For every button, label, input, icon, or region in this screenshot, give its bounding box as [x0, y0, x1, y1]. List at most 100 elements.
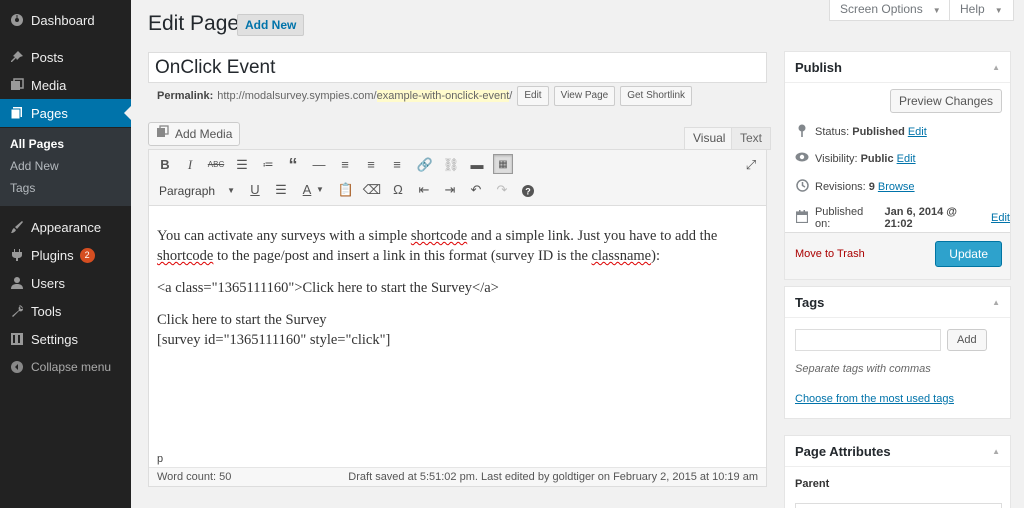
move-to-trash-link[interactable]: Move to Trash: [795, 248, 865, 260]
text-color-icon[interactable]: A: [297, 180, 317, 200]
blockquote-icon[interactable]: “: [283, 155, 303, 175]
add-tag-button[interactable]: Add: [947, 329, 987, 351]
admin-sidebar: Dashboard Posts Media Pages All Pages Ad…: [0, 0, 131, 508]
choose-tags-link[interactable]: Choose from the most used tags: [795, 393, 954, 405]
undo-icon[interactable]: ↶: [466, 180, 486, 200]
horizontal-line-icon[interactable]: —: [309, 155, 329, 175]
browse-revisions-link[interactable]: Browse: [878, 181, 915, 193]
post-title-input[interactable]: OnClick Event: [148, 52, 767, 83]
sidebar-item-pages[interactable]: Pages: [0, 99, 131, 127]
sidebar-item-appearance[interactable]: Appearance: [0, 213, 131, 241]
permalink-base: http://modalsurvey.sympies.com/: [217, 90, 377, 102]
strikethrough-icon[interactable]: ABC: [206, 155, 226, 175]
sidebar-item-posts[interactable]: Posts: [0, 43, 131, 71]
sidebar-item-media[interactable]: Media: [0, 71, 131, 99]
edit-permalink-button[interactable]: Edit: [517, 86, 549, 106]
status-label: Status:: [815, 126, 850, 138]
underline-icon[interactable]: U: [245, 180, 265, 200]
publish-box-header[interactable]: Publish ▲: [785, 52, 1010, 83]
screen-options-tab[interactable]: Screen Options ▼: [829, 0, 952, 21]
element-path: p: [149, 450, 766, 468]
format-select[interactable]: Paragraph ▼: [155, 180, 239, 200]
content-paragraph: Click here to start the Survey [survey i…: [157, 310, 757, 350]
sidebar-item-plugins[interactable]: Plugins 2: [0, 241, 131, 269]
submenu-all-pages[interactable]: All Pages: [10, 137, 64, 151]
read-more-icon[interactable]: ▬: [467, 155, 487, 175]
permalink-slug[interactable]: example-with-onclick-event: [376, 90, 510, 102]
sidebar-item-settings[interactable]: Settings: [0, 325, 131, 353]
clear-formatting-icon[interactable]: ⌫: [362, 180, 382, 200]
tag-input[interactable]: [795, 329, 941, 351]
bold-icon[interactable]: B: [155, 155, 175, 175]
parent-label: Parent: [795, 478, 830, 490]
edit-visibility-link[interactable]: Edit: [897, 153, 916, 165]
chevron-up-icon[interactable]: ▲: [992, 447, 1000, 456]
help-tab[interactable]: Help ▼: [949, 0, 1014, 21]
visibility-label: Visibility:: [815, 152, 858, 165]
italic-icon[interactable]: I: [180, 155, 200, 175]
outdent-icon[interactable]: ⇤: [414, 180, 434, 200]
edit-date-link[interactable]: Edit: [991, 212, 1010, 224]
chevron-up-icon[interactable]: ▲: [992, 298, 1000, 307]
paste-text-icon[interactable]: 📋: [336, 180, 356, 200]
status-row: Status: Published Edit: [795, 124, 927, 140]
align-right-icon[interactable]: ≡: [387, 155, 407, 175]
link-icon[interactable]: 🔗: [415, 155, 435, 175]
view-page-button[interactable]: View Page: [553, 86, 616, 106]
page-attributes-header[interactable]: Page Attributes ▲: [785, 436, 1010, 467]
sidebar-item-tools[interactable]: Tools: [0, 297, 131, 325]
sidebar-item-label: Posts: [31, 49, 64, 65]
justify-icon[interactable]: ☰: [271, 180, 291, 200]
collapse-menu-button[interactable]: Collapse menu: [0, 353, 131, 381]
sidebar-item-label: Users: [31, 275, 65, 291]
pages-submenu: All Pages Add New Tags: [0, 128, 131, 206]
pin-icon: [795, 124, 809, 140]
collapse-arrow-icon: [9, 359, 25, 375]
sidebar-item-users[interactable]: Users: [0, 269, 131, 297]
special-character-icon[interactable]: Ω: [388, 180, 408, 200]
content-editor: B I ABC ☰ ≔ “ — ≡ ≡ ≡ 🔗 ⛓ ▬ ▦ ⤢ Paragrap…: [148, 149, 767, 487]
edit-status-link[interactable]: Edit: [908, 126, 927, 138]
published-on-row: Published on: Jan 6, 2014 @ 21:02 Edit: [795, 206, 1010, 230]
indent-icon[interactable]: ⇥: [440, 180, 460, 200]
submenu-tags[interactable]: Tags: [10, 181, 35, 195]
published-label: Published on:: [814, 206, 864, 230]
toolbar-toggle-icon[interactable]: ▦: [493, 154, 513, 174]
preview-changes-button[interactable]: Preview Changes: [889, 89, 1002, 113]
word-count: Word count: 50: [157, 471, 232, 483]
update-button[interactable]: Update: [935, 241, 1002, 267]
get-shortlink-button[interactable]: Get Shortlink: [620, 86, 693, 106]
plug-icon: [9, 247, 25, 263]
svg-text:?: ?: [525, 186, 531, 196]
parent-select[interactable]: [795, 503, 1002, 508]
add-media-button[interactable]: Add Media: [148, 122, 241, 146]
help-icon[interactable]: ?: [518, 180, 538, 200]
tab-text[interactable]: Text: [731, 127, 772, 150]
paintbrush-icon: [9, 219, 25, 235]
redo-icon[interactable]: ↷: [492, 180, 512, 200]
sidebar-item-dashboard[interactable]: Dashboard: [0, 6, 131, 34]
tab-visual[interactable]: Visual: [684, 127, 735, 150]
numbered-list-icon[interactable]: ≔: [258, 155, 278, 175]
unlink-icon[interactable]: ⛓: [441, 155, 461, 175]
tags-box-title: Tags: [795, 294, 825, 310]
align-left-icon[interactable]: ≡: [335, 155, 355, 175]
visibility-row: Visibility: Public Edit: [795, 152, 916, 165]
editor-content[interactable]: You can activate any surveys with a simp…: [157, 226, 757, 362]
page-attributes-box: Page Attributes ▲ Parent: [784, 435, 1011, 508]
sidebar-item-label: Appearance: [31, 219, 102, 235]
submenu-add-new[interactable]: Add New: [10, 159, 59, 173]
fullscreen-icon[interactable]: ⤢: [741, 155, 761, 175]
tags-box-header[interactable]: Tags ▲: [785, 287, 1010, 318]
pin-icon: [9, 49, 25, 65]
text-run: ):: [651, 248, 660, 264]
permalink-row: Permalink: http://modalsurvey.sympies.co…: [157, 86, 693, 106]
chevron-up-icon[interactable]: ▲: [992, 63, 1000, 72]
add-media-label: Add Media: [175, 127, 233, 141]
chevron-down-icon[interactable]: ▼: [315, 180, 325, 200]
misspelled-word: shortcode: [410, 228, 468, 244]
align-center-icon[interactable]: ≡: [361, 155, 381, 175]
page-attributes-title: Page Attributes: [795, 443, 891, 459]
add-new-button[interactable]: Add New: [237, 14, 305, 36]
bullet-list-icon[interactable]: ☰: [232, 155, 252, 175]
